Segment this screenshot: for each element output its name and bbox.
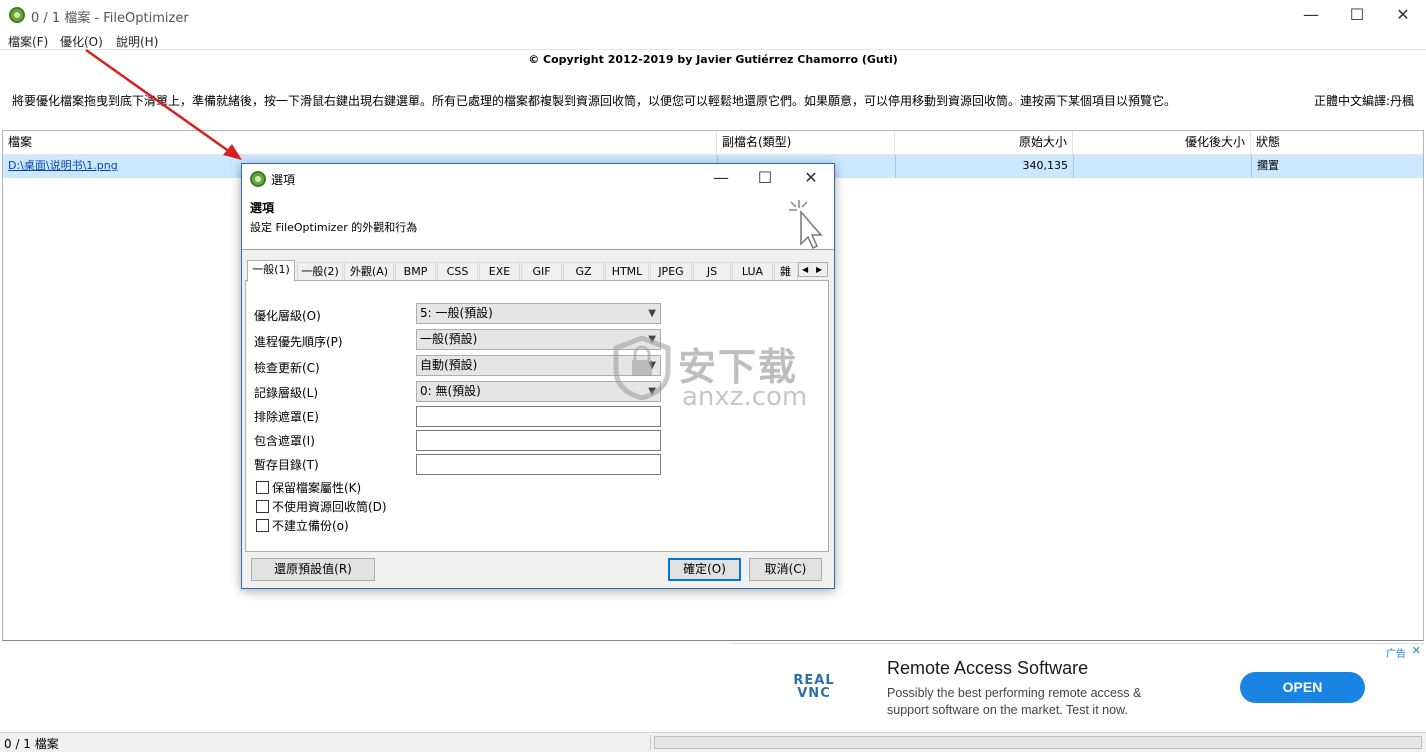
tab-appearance[interactable]: 外觀(A) <box>344 262 394 281</box>
menu-bar: 檔案(F) 優化(O) 說明(H) <box>0 30 1426 50</box>
keep-attributes-checkbox[interactable]: 保留檔案屬性(K) <box>256 479 361 496</box>
tab-css[interactable]: CSS <box>437 262 478 281</box>
column-extension[interactable]: 副檔名(類型) <box>717 131 895 155</box>
chevron-down-icon: ▼ <box>648 308 656 319</box>
opt-level-value: 5: 一般(預設) <box>420 306 493 320</box>
keep-attributes-label: 保留檔案屬性(K) <box>272 481 362 495</box>
tab-exe[interactable]: EXE <box>479 262 520 281</box>
column-file[interactable]: 檔案 <box>3 131 717 155</box>
log-level-select[interactable]: 0: 無(預設) ▼ <box>416 381 661 402</box>
temp-dir-input[interactable] <box>416 454 661 475</box>
log-level-value: 0: 無(預設) <box>420 384 481 398</box>
ad-body: Possibly the best performing remote acce… <box>887 686 1142 717</box>
tab-gz[interactable]: GZ <box>563 262 604 281</box>
tab-scroll-left-icon[interactable]: ◀ <box>802 263 808 276</box>
tab-bmp[interactable]: BMP <box>395 262 436 281</box>
update-select[interactable]: 自動(預設) ▼ <box>416 355 661 376</box>
menu-file[interactable]: 檔案(F) <box>8 33 48 50</box>
chevron-down-icon: ▼ <box>648 334 656 345</box>
column-optimized-size[interactable]: 優化後大小 <box>1073 131 1251 155</box>
status-divider <box>650 735 651 750</box>
dialog-title: 選項 <box>271 173 296 187</box>
dialog-title-bar: 選項 — ☐ ✕ <box>242 164 834 194</box>
cancel-button[interactable]: 取消(C) <box>749 558 822 581</box>
maximize-button[interactable]: ☐ <box>1334 0 1380 30</box>
main-window: 0 / 1 檔案 - FileOptimizer — ☐ ✕ 檔案(F) 優化(… <box>0 0 1426 752</box>
optimized-size <box>1073 155 1251 178</box>
restore-defaults-button[interactable]: 還原預設值(R) <box>251 558 375 581</box>
opt-level-label: 優化層級(O) <box>254 309 321 323</box>
include-mask-input[interactable] <box>416 430 661 451</box>
tab-misc[interactable]: 雜項 <box>774 262 798 281</box>
tab-js[interactable]: JS <box>693 262 731 281</box>
dialog-minimize-button[interactable]: — <box>698 164 744 192</box>
dialog-maximize-button[interactable]: ☐ <box>742 164 788 192</box>
chevron-down-icon: ▼ <box>648 386 656 397</box>
tab-general-2[interactable]: 一般(2) <box>297 262 343 281</box>
priority-value: 一般(預設) <box>420 332 478 346</box>
no-backup-label: 不建立備份(o) <box>272 519 349 533</box>
priority-label: 進程優先順序(P) <box>254 335 343 349</box>
menu-help[interactable]: 說明(H) <box>116 33 158 50</box>
update-value: 自動(預設) <box>420 358 478 372</box>
options-tabs: 一般(1) 一般(2) 外觀(A) BMP CSS EXE GIF GZ HTM… <box>245 260 829 282</box>
tab-lua[interactable]: LUA <box>732 262 773 281</box>
ok-button[interactable]: 確定(O) <box>668 558 741 581</box>
window-title: 0 / 1 檔案 - FileOptimizer <box>31 11 189 26</box>
instructions-text: 將要優化檔案拖曳到底下清單上，準備就緒後，按一下滑鼠右鍵出現右鍵選單。所有已處理… <box>12 94 1177 108</box>
dialog-close-button[interactable]: ✕ <box>788 164 834 192</box>
log-level-label: 記錄層級(L) <box>254 386 319 400</box>
copyright-text: © Copyright 2012-2019 by Javier Gutiérre… <box>528 53 898 66</box>
options-dialog: 選項 — ☐ ✕ 選項 設定 FileOptimizer 的外觀和行為 一般(1… <box>241 163 835 589</box>
fileoptimizer-icon <box>9 7 25 23</box>
cursor-sparkle-icon <box>789 200 823 250</box>
list-header: 檔案 副檔名(類型) 原始大小 優化後大小 狀態 <box>3 131 1423 155</box>
tab-scroll-right-icon[interactable]: ▶ <box>816 263 822 276</box>
checkbox-box[interactable] <box>256 519 269 532</box>
ad-close-icon[interactable]: ✕ <box>1412 644 1421 657</box>
ad-open-button[interactable]: OPEN <box>1240 672 1365 703</box>
temp-dir-label: 暫存目錄(T) <box>254 458 319 472</box>
tab-scroller: ◀ ▶ <box>798 262 828 277</box>
tab-html[interactable]: HTML <box>605 262 649 281</box>
general-tab-panel: 優化層級(O) 5: 一般(預設) ▼ 進程優先順序(P) 一般(預設) ▼ 檢… <box>245 280 829 552</box>
original-size: 340,135 <box>895 155 1073 178</box>
dialog-header-subtitle: 設定 FileOptimizer 的外觀和行為 <box>250 221 418 234</box>
checkbox-box[interactable] <box>256 481 269 494</box>
tab-gif[interactable]: GIF <box>521 262 562 281</box>
file-status: 擱置 <box>1251 155 1423 178</box>
tab-general-1[interactable]: 一般(1) <box>247 260 295 282</box>
status-bar: 0 / 1 檔案 <box>0 732 1426 752</box>
dialog-app-icon <box>250 171 266 187</box>
translator-credit: 正體中文編譯:丹楓 <box>1313 94 1414 108</box>
column-status[interactable]: 狀態 <box>1251 131 1423 155</box>
ad-title[interactable]: Remote Access Software <box>887 658 1088 679</box>
include-mask-label: 包含遮罩(I) <box>254 434 315 448</box>
column-original-size[interactable]: 原始大小 <box>895 131 1073 155</box>
checkbox-box[interactable] <box>256 500 269 513</box>
ad-banner[interactable]: REAL VNC Remote Access Software Possibly… <box>730 643 1424 732</box>
no-backup-checkbox[interactable]: 不建立備份(o) <box>256 517 349 534</box>
close-button[interactable]: ✕ <box>1380 0 1426 30</box>
opt-level-select[interactable]: 5: 一般(預設) ▼ <box>416 303 661 324</box>
no-recycle-bin-label: 不使用資源回收筒(D) <box>272 500 387 514</box>
chevron-down-icon: ▼ <box>648 360 656 371</box>
ad-tag: 广告 <box>1386 649 1406 660</box>
exclude-mask-label: 排除遮罩(E) <box>254 410 319 424</box>
exclude-mask-input[interactable] <box>416 406 661 427</box>
update-label: 檢查更新(C) <box>254 361 320 375</box>
dialog-header: 選項 設定 FileOptimizer 的外觀和行為 <box>242 194 834 250</box>
no-recycle-bin-checkbox[interactable]: 不使用資源回收筒(D) <box>256 498 387 515</box>
menu-optimize[interactable]: 優化(O) <box>60 33 103 50</box>
minimize-button[interactable]: — <box>1288 0 1334 30</box>
dialog-header-title: 選項 <box>250 201 275 215</box>
title-bar: 0 / 1 檔案 - FileOptimizer — ☐ ✕ <box>0 0 1426 30</box>
tab-jpeg[interactable]: JPEG <box>650 262 692 281</box>
status-text: 0 / 1 檔案 <box>4 737 59 751</box>
realvnc-logo: REAL VNC <box>793 673 835 701</box>
progress-bar <box>654 736 1422 749</box>
priority-select[interactable]: 一般(預設) ▼ <box>416 329 661 350</box>
